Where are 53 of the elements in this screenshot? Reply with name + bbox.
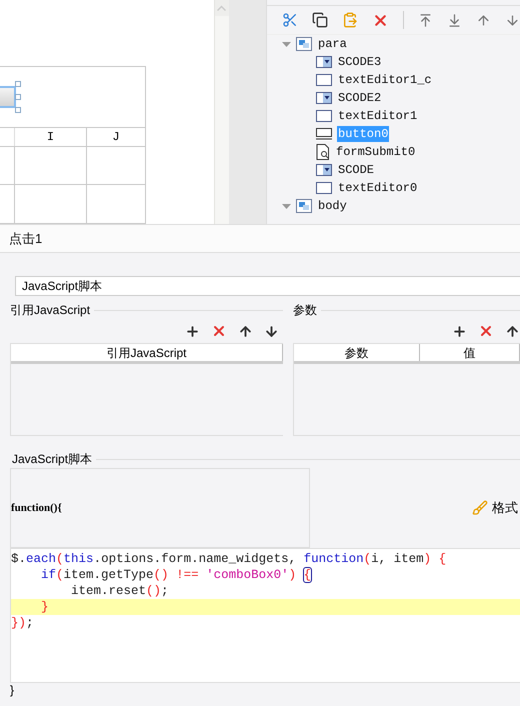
button-widget[interactable] (0, 86, 16, 108)
move-up-icon[interactable] (505, 324, 520, 338)
textbox-icon (316, 182, 332, 194)
dropdown-icon (316, 92, 332, 104)
resize-handle[interactable] (15, 81, 21, 87)
event-tab[interactable]: 点击1 (9, 228, 42, 248)
dropdown-icon (316, 164, 332, 176)
section-legend: 引用JavaScript (10, 301, 94, 319)
move-up-icon[interactable] (238, 324, 253, 338)
textbox-icon (316, 74, 332, 86)
tree-item[interactable]: SCODE3 (337, 54, 382, 70)
add-icon[interactable] (452, 324, 467, 338)
vertical-scrollbar[interactable] (214, 0, 229, 224)
tree-item[interactable]: textEditor1_c (337, 72, 433, 88)
function-header: function(){ (11, 500, 62, 516)
column-header: I (15, 128, 87, 146)
table-header: 值 (420, 344, 520, 361)
dropdown-icon (316, 56, 332, 68)
button-icon (316, 128, 332, 140)
tree-item[interactable]: SCODE2 (337, 90, 382, 106)
action-type-field[interactable]: JavaScript脚本 (15, 276, 520, 296)
tree-item[interactable]: SCODE (337, 162, 376, 178)
tree-item[interactable]: formSubmit0 (335, 144, 416, 160)
code-editor[interactable]: $.each(this.options.form.name_widgets, function(i, item) { if(item.getType() !== 'comboBox0') { item.reset(); } }); (10, 548, 520, 683)
format-button[interactable]: 格式 (472, 498, 520, 518)
paste-icon[interactable] (342, 12, 358, 28)
tree-item[interactable]: para (317, 36, 348, 52)
function-footer: } (10, 683, 14, 697)
add-icon[interactable] (185, 324, 200, 338)
tree-item[interactable]: textEditor1 (337, 108, 418, 124)
document-search-icon (316, 144, 330, 160)
textbox-icon (316, 110, 332, 122)
expand-arrow-icon[interactable] (282, 40, 291, 48)
resize-handle[interactable] (15, 94, 21, 100)
expand-arrow-icon[interactable] (282, 202, 291, 210)
delete-icon[interactable] (478, 323, 494, 339)
cut-icon[interactable] (282, 12, 298, 28)
column-header: J (87, 128, 146, 146)
delete-icon[interactable] (211, 323, 227, 339)
panel-icon (296, 37, 312, 51)
resize-handle[interactable] (15, 107, 21, 113)
move-down-icon[interactable] (264, 324, 279, 338)
table-header: 引用JavaScript (11, 344, 283, 361)
move-bottom-icon[interactable] (447, 12, 462, 28)
copy-icon[interactable] (312, 12, 328, 28)
tree-item[interactable]: textEditor0 (337, 180, 418, 196)
move-top-icon[interactable] (418, 12, 433, 28)
brush-icon (472, 500, 488, 516)
table-header: 参数 (294, 344, 420, 361)
section-legend: 参数 (293, 301, 321, 319)
tree-item[interactable]: body (317, 198, 348, 214)
panel-icon (296, 199, 312, 213)
section-legend: JavaScript脚本 (10, 450, 96, 468)
